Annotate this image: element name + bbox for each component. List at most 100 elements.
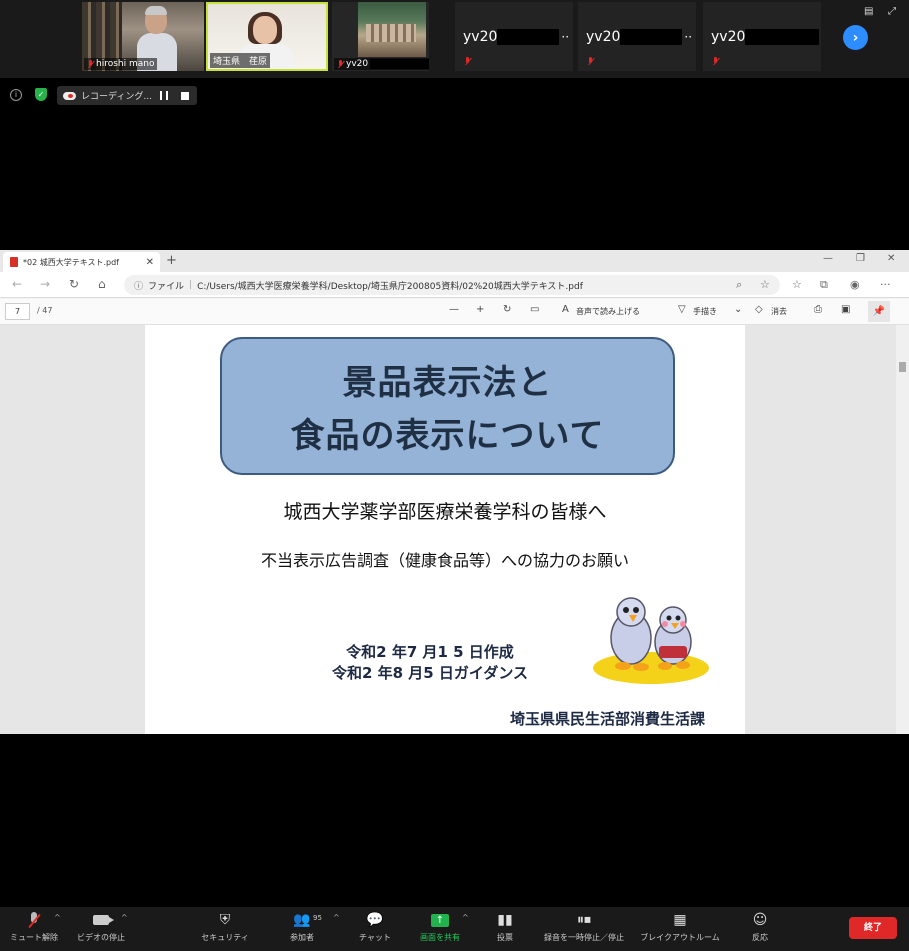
home-icon[interactable]: ⌂ xyxy=(98,277,106,291)
info-icon[interactable]: i xyxy=(10,89,22,101)
participant-name: yv20 xyxy=(711,29,820,45)
slide-subtitle-2: 不当表示広告調査（健康食品等）への協力のお願い xyxy=(260,551,629,570)
collections-icon[interactable]: ⧉ xyxy=(820,278,828,292)
created-date: 令和2 年7 月1 5 日作成 xyxy=(346,643,514,661)
separator: | xyxy=(189,280,193,290)
save-icon[interactable]: ▣ xyxy=(841,304,850,315)
eraser-icon[interactable]: ◇ xyxy=(755,304,763,315)
minimize-icon[interactable]: — xyxy=(823,253,833,264)
end-meeting-button[interactable]: 終了 xyxy=(849,917,897,939)
participant-name-tag xyxy=(709,56,722,67)
refresh-icon[interactable]: ↻ xyxy=(69,277,79,291)
mic-muted-icon xyxy=(712,57,719,66)
read-aloud-icon[interactable]: A xyxy=(562,304,569,315)
forward-icon[interactable]: → xyxy=(40,277,50,291)
zoom-window: hiroshi mano 埼玉県 荏原 yv20 yv20 ·· yv20 ··… xyxy=(0,0,909,951)
page-number-input[interactable]: 7 xyxy=(5,303,30,320)
rotate-icon[interactable]: ↻ xyxy=(503,304,511,315)
share-screen-icon: ↑ xyxy=(431,913,449,927)
next-participants-button[interactable]: › xyxy=(843,25,868,50)
share-options-caret-icon[interactable]: ^ xyxy=(462,913,469,922)
redaction-bar xyxy=(745,29,820,45)
audio-options-caret-icon[interactable]: ^ xyxy=(54,913,61,922)
participant-name: yv20 ·· xyxy=(463,29,570,45)
zoom-in-icon[interactable]: + xyxy=(476,304,484,315)
new-tab-icon[interactable]: + xyxy=(166,253,177,268)
participant-tile-3[interactable]: yv20 xyxy=(332,2,429,71)
view-layout-icon[interactable]: ▤ xyxy=(864,6,873,17)
pdf-toolbar: 7 / 47 — + ↻ ▭ A 音声で読み上げる ▽ 手描き ⌄ ◇ 消去 ⎙… xyxy=(0,299,909,325)
print-icon[interactable]: ⎙ xyxy=(814,304,822,315)
chevron-down-icon[interactable]: ⌄ xyxy=(734,304,742,315)
participant-tile-2-active[interactable]: 埼玉県 荏原 xyxy=(206,2,328,71)
recording-indicator: レコーディング... xyxy=(57,86,197,105)
video-options-caret-icon[interactable]: ^ xyxy=(121,913,128,922)
tab-bar: *02 城西大学テキスト.pdf ✕ + — ❐ ✕ xyxy=(0,250,909,272)
mic-muted-icon xyxy=(87,59,94,69)
favorite-star-icon[interactable]: ☆ xyxy=(760,278,770,291)
slide-title-line-2: 食品の表示について xyxy=(290,416,605,456)
cloud-recording-icon xyxy=(63,91,76,100)
pin-icon: 📌 xyxy=(872,306,886,317)
participants-icon: 👥 xyxy=(293,912,311,928)
recording-control-button[interactable]: ⏸⏹ 録音を一時停止／停止 xyxy=(540,911,628,949)
share-screen-button[interactable]: ↑ 画面を共有 xyxy=(415,911,465,949)
pdf-file-icon xyxy=(10,257,18,267)
participant-name: yv20 ·· xyxy=(586,29,693,45)
chevron-right-icon: › xyxy=(852,29,859,46)
participant-tile-5[interactable]: yv20 ·· xyxy=(578,2,696,71)
participant-tile-6[interactable]: yv20 xyxy=(703,2,821,71)
draw-icon[interactable]: ▽ xyxy=(678,304,686,315)
mascot-illustration xyxy=(593,597,709,684)
back-icon[interactable]: ← xyxy=(12,277,22,291)
slide-title-box: 景品表示法と 食品の表示について xyxy=(220,337,675,475)
close-window-icon[interactable]: ✕ xyxy=(887,253,895,264)
pin-toolbar-button[interactable]: 📌 xyxy=(868,301,890,322)
redaction-bar xyxy=(620,29,683,45)
participant-name-tag xyxy=(461,56,474,67)
security-button[interactable]: ⛨ セキュリティ xyxy=(196,911,254,949)
fullscreen-icon[interactable]: ⤢ xyxy=(888,6,896,17)
scrollbar-thumb[interactable] xyxy=(899,362,906,372)
participant-name-tag: 埼玉県 荏原 xyxy=(210,53,271,68)
video-camera-icon xyxy=(93,915,114,925)
pdf-page: 景品表示法と 食品の表示について 城西大学薬学部医療栄養学科の皆様へ 不当表示広… xyxy=(145,325,745,734)
participant-tile-4[interactable]: yv20 ·· xyxy=(455,2,573,71)
encryption-shield-icon[interactable]: ✓ xyxy=(35,88,47,101)
reactions-button[interactable]: ☺ 反応 xyxy=(745,911,775,949)
chat-button[interactable]: 💬 チャット xyxy=(355,911,395,949)
profile-avatar-icon[interactable]: ◉ xyxy=(850,278,860,291)
address-row: ← → ↻ ⌂ ⓘ ファイル | C:/Users/城西大学医療栄養学科/Des… xyxy=(0,272,909,298)
shield-icon: ⛨ xyxy=(219,912,231,928)
virtual-background xyxy=(358,2,426,57)
shared-screen-browser: *02 城西大学テキスト.pdf ✕ + — ❐ ✕ ← → ↻ ⌂ ⓘ ファイ… xyxy=(0,250,909,734)
participants-options-caret-icon[interactable]: ^ xyxy=(333,913,340,922)
stop-recording-button[interactable] xyxy=(181,91,189,100)
participant-tile-1[interactable]: hiroshi mano xyxy=(82,2,204,71)
more-menu-icon[interactable]: ··· xyxy=(880,278,891,291)
slide-title-line-1: 景品表示法と xyxy=(342,363,553,403)
zoom-out-icon[interactable]: — xyxy=(449,304,459,315)
pdf-scrollbar[interactable] xyxy=(896,325,909,734)
pause-recording-button[interactable] xyxy=(160,91,168,100)
meeting-controls: ミュート解除 ^ ビデオの停止 ^ ⛨ セキュリティ 👥 参加者 95 ^ 💬 … xyxy=(0,907,909,951)
address-bar[interactable]: ⓘ ファイル | C:/Users/城西大学医療栄養学科/Desktop/埼玉県… xyxy=(124,275,780,295)
participant-name-tag xyxy=(584,56,597,67)
emoji-smile-icon: ☺ xyxy=(752,912,768,928)
favorites-list-icon[interactable]: ☆ xyxy=(792,278,802,291)
participant-name-tag: yv20 xyxy=(334,58,429,70)
mic-muted-icon xyxy=(337,59,344,69)
breakout-rooms-button[interactable]: ▦ ブレイクアウトルーム xyxy=(636,911,724,949)
redaction-bar xyxy=(497,29,560,45)
tab-pdf[interactable]: *02 城西大学テキスト.pdf ✕ xyxy=(3,252,160,272)
department-name: 埼玉県県民生活部消費生活課 xyxy=(509,710,705,728)
poll-button[interactable]: ▮▮ 投票 xyxy=(490,911,520,949)
restore-icon[interactable]: ❐ xyxy=(856,253,865,264)
breakout-grid-icon: ▦ xyxy=(673,912,687,928)
fit-page-icon[interactable]: ▭ xyxy=(530,304,539,315)
close-tab-icon[interactable]: ✕ xyxy=(146,257,154,268)
redaction-bar xyxy=(370,59,429,69)
pause-stop-icon: ⏸⏹ xyxy=(577,912,591,928)
zoom-search-icon[interactable]: ⌕ xyxy=(736,278,742,292)
unmute-button[interactable]: ミュート解除 xyxy=(8,911,60,949)
